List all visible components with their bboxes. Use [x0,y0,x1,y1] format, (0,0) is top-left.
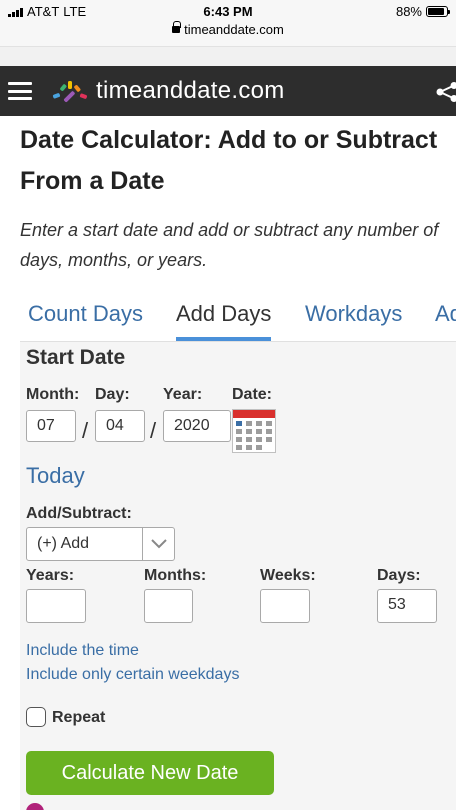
battery-info: 88% [395,4,450,19]
calendar-picker-icon[interactable] [232,409,276,453]
ios-status-bar: AT&T LTE 6:43 PM timeanddate.com 88% [0,0,456,46]
tab-add-workdays[interactable]: Add Workdays [435,298,456,341]
tab-workdays[interactable]: Workdays [305,298,402,341]
lock-icon [172,21,182,33]
add-subtract-label: Add/Subtract: [26,505,132,522]
address-bar[interactable]: timeanddate.com [0,21,456,37]
days-input[interactable]: 53 [377,589,437,623]
calculator-tabs: Count Days Add Days Workdays Add Workday… [0,298,456,341]
tab-add-days[interactable]: Add Days [176,298,272,341]
page-title-line-2: From a Date [20,167,165,195]
days-label: Days: [377,567,421,584]
site-logo-text[interactable]: timeanddate.com [96,77,285,105]
day-input[interactable]: 04 [95,410,145,442]
site-header: timeanddate.com [0,66,456,116]
include-weekdays-link[interactable]: Include only certain weekdays [26,666,239,684]
today-link[interactable]: Today [26,463,85,489]
years-label: Years: [26,567,75,584]
months-label: Months: [144,567,207,584]
browser-toolbar-strip [0,46,456,66]
tab-count-days[interactable]: Count Days [28,298,143,341]
repeat-checkbox[interactable] [26,707,46,727]
chevron-down-icon [151,539,167,549]
page-url: timeanddate.com [184,22,284,37]
logo-sunburst-icon [52,81,88,103]
page-title: Date Calculator: Add to or Subtract From… [20,120,456,202]
repeat-label: Repeat [52,709,106,726]
weeks-input[interactable] [260,589,310,623]
day-label: Day: [95,386,130,403]
date-calculator-form: Start Date Month: Day: Year: Date: 07 / … [20,341,456,810]
page-intro-line-2: days, months, or years. [20,250,208,270]
start-date-heading: Start Date [26,346,126,369]
month-label: Month: [26,386,80,403]
hamburger-menu-icon[interactable] [8,82,32,100]
share-icon[interactable] [434,82,456,102]
month-input[interactable]: 07 [26,410,76,442]
year-input[interactable]: 2020 [163,410,231,442]
page-title-line-1: Date Calculator: Add to or Subtract [20,126,438,154]
date-separator: / [82,418,89,443]
add-subtract-selected: (+) Add [37,535,90,552]
date-label: Date: [232,386,273,403]
clock: 6:43 PM [203,4,253,19]
date-separator: / [150,418,157,443]
battery-icon [426,6,450,17]
calculate-new-date-button[interactable]: Calculate New Date [26,751,274,795]
include-time-link[interactable]: Include the time [26,642,139,660]
add-subtract-select[interactable]: (+) Add [26,527,175,561]
page-intro-line-1: Enter a start date and add or subtract a… [20,220,439,240]
months-input[interactable] [144,589,193,623]
weeks-label: Weeks: [260,567,316,584]
year-label: Year: [163,386,203,403]
page-intro: Enter a start date and add or subtract a… [20,215,456,275]
years-input[interactable] [26,589,86,623]
battery-percent: 88% [395,4,422,19]
